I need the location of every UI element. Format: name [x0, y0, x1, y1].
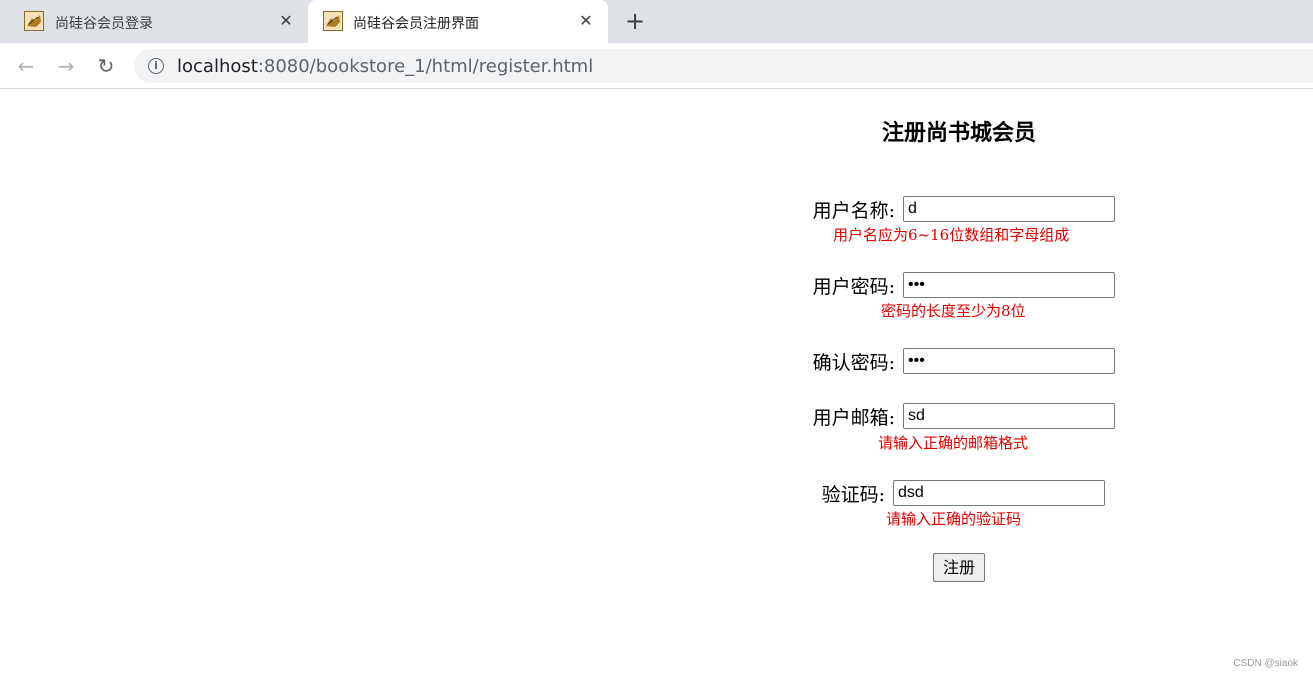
email-input[interactable]: sd: [903, 403, 1115, 429]
captcha-label: 验证码:: [821, 484, 885, 506]
captcha-label-row: 验证码:: [790, 479, 885, 506]
confirm-password-input[interactable]: •••: [903, 348, 1115, 374]
tab-login[interactable]: 尚硅谷会员登录 ✕: [0, 0, 308, 43]
password-label: 用户密码:: [812, 276, 895, 298]
close-icon[interactable]: ✕: [576, 11, 596, 31]
confirm-password-label: 确认密码:: [812, 352, 895, 374]
new-tab-button[interactable]: +: [622, 9, 648, 35]
password-input[interactable]: •••: [903, 272, 1115, 298]
back-arrow-icon[interactable]: ←: [13, 53, 39, 79]
confirm-label-row: 确认密码:: [790, 347, 895, 374]
username-input[interactable]: d: [903, 196, 1115, 222]
url-text[interactable]: localhost:8080/bookstore_1/html/register…: [177, 56, 593, 77]
watermark: CSDN @siaok: [1233, 658, 1298, 669]
tomcat-favicon-icon: [323, 11, 343, 31]
email-label-row: 用户邮箱:: [790, 402, 895, 429]
close-icon[interactable]: ✕: [276, 11, 296, 31]
email-label: 用户邮箱:: [812, 407, 895, 429]
url-path: :8080/bookstore_1/html/register.html: [257, 56, 594, 77]
tab-register[interactable]: 尚硅谷会员注册界面 ✕: [308, 0, 608, 43]
tab-strip: 尚硅谷会员登录 ✕ 尚硅谷会员注册界面 ✕ +: [0, 0, 1313, 43]
username-label-row: 用户名称:: [790, 195, 895, 222]
register-button[interactable]: 注册: [933, 553, 985, 582]
tomcat-favicon-icon: [24, 11, 44, 31]
email-error: 请输入正确的邮箱格式: [878, 434, 1029, 452]
browser-toolbar: ← → ↻ i localhost:8080/bookstore_1/html/…: [0, 43, 1313, 89]
username-label: 用户名称:: [812, 200, 895, 222]
password-error: 密码的长度至少为8位: [881, 302, 1026, 320]
captcha-input[interactable]: dsd: [893, 480, 1105, 506]
username-error: 用户名应为6~16位数组和字母组成: [833, 226, 1070, 244]
forward-arrow-icon[interactable]: →: [53, 53, 79, 79]
reload-icon[interactable]: ↻: [93, 53, 119, 79]
tab-title: 尚硅谷会员注册界面: [353, 16, 479, 32]
page-content: 注册尚书城会员 用户名称: d 用户名应为6~16位数组和字母组成 用户密码: …: [0, 89, 1313, 677]
url-host: localhost: [177, 56, 258, 77]
tab-title: 尚硅谷会员登录: [55, 16, 153, 32]
captcha-error: 请输入正确的验证码: [886, 510, 1022, 528]
page-title: 注册尚书城会员: [881, 120, 1036, 146]
password-label-row: 用户密码:: [790, 271, 895, 298]
info-icon[interactable]: i: [148, 58, 164, 74]
address-bar[interactable]: i localhost:8080/bookstore_1/html/regist…: [134, 49, 1313, 83]
